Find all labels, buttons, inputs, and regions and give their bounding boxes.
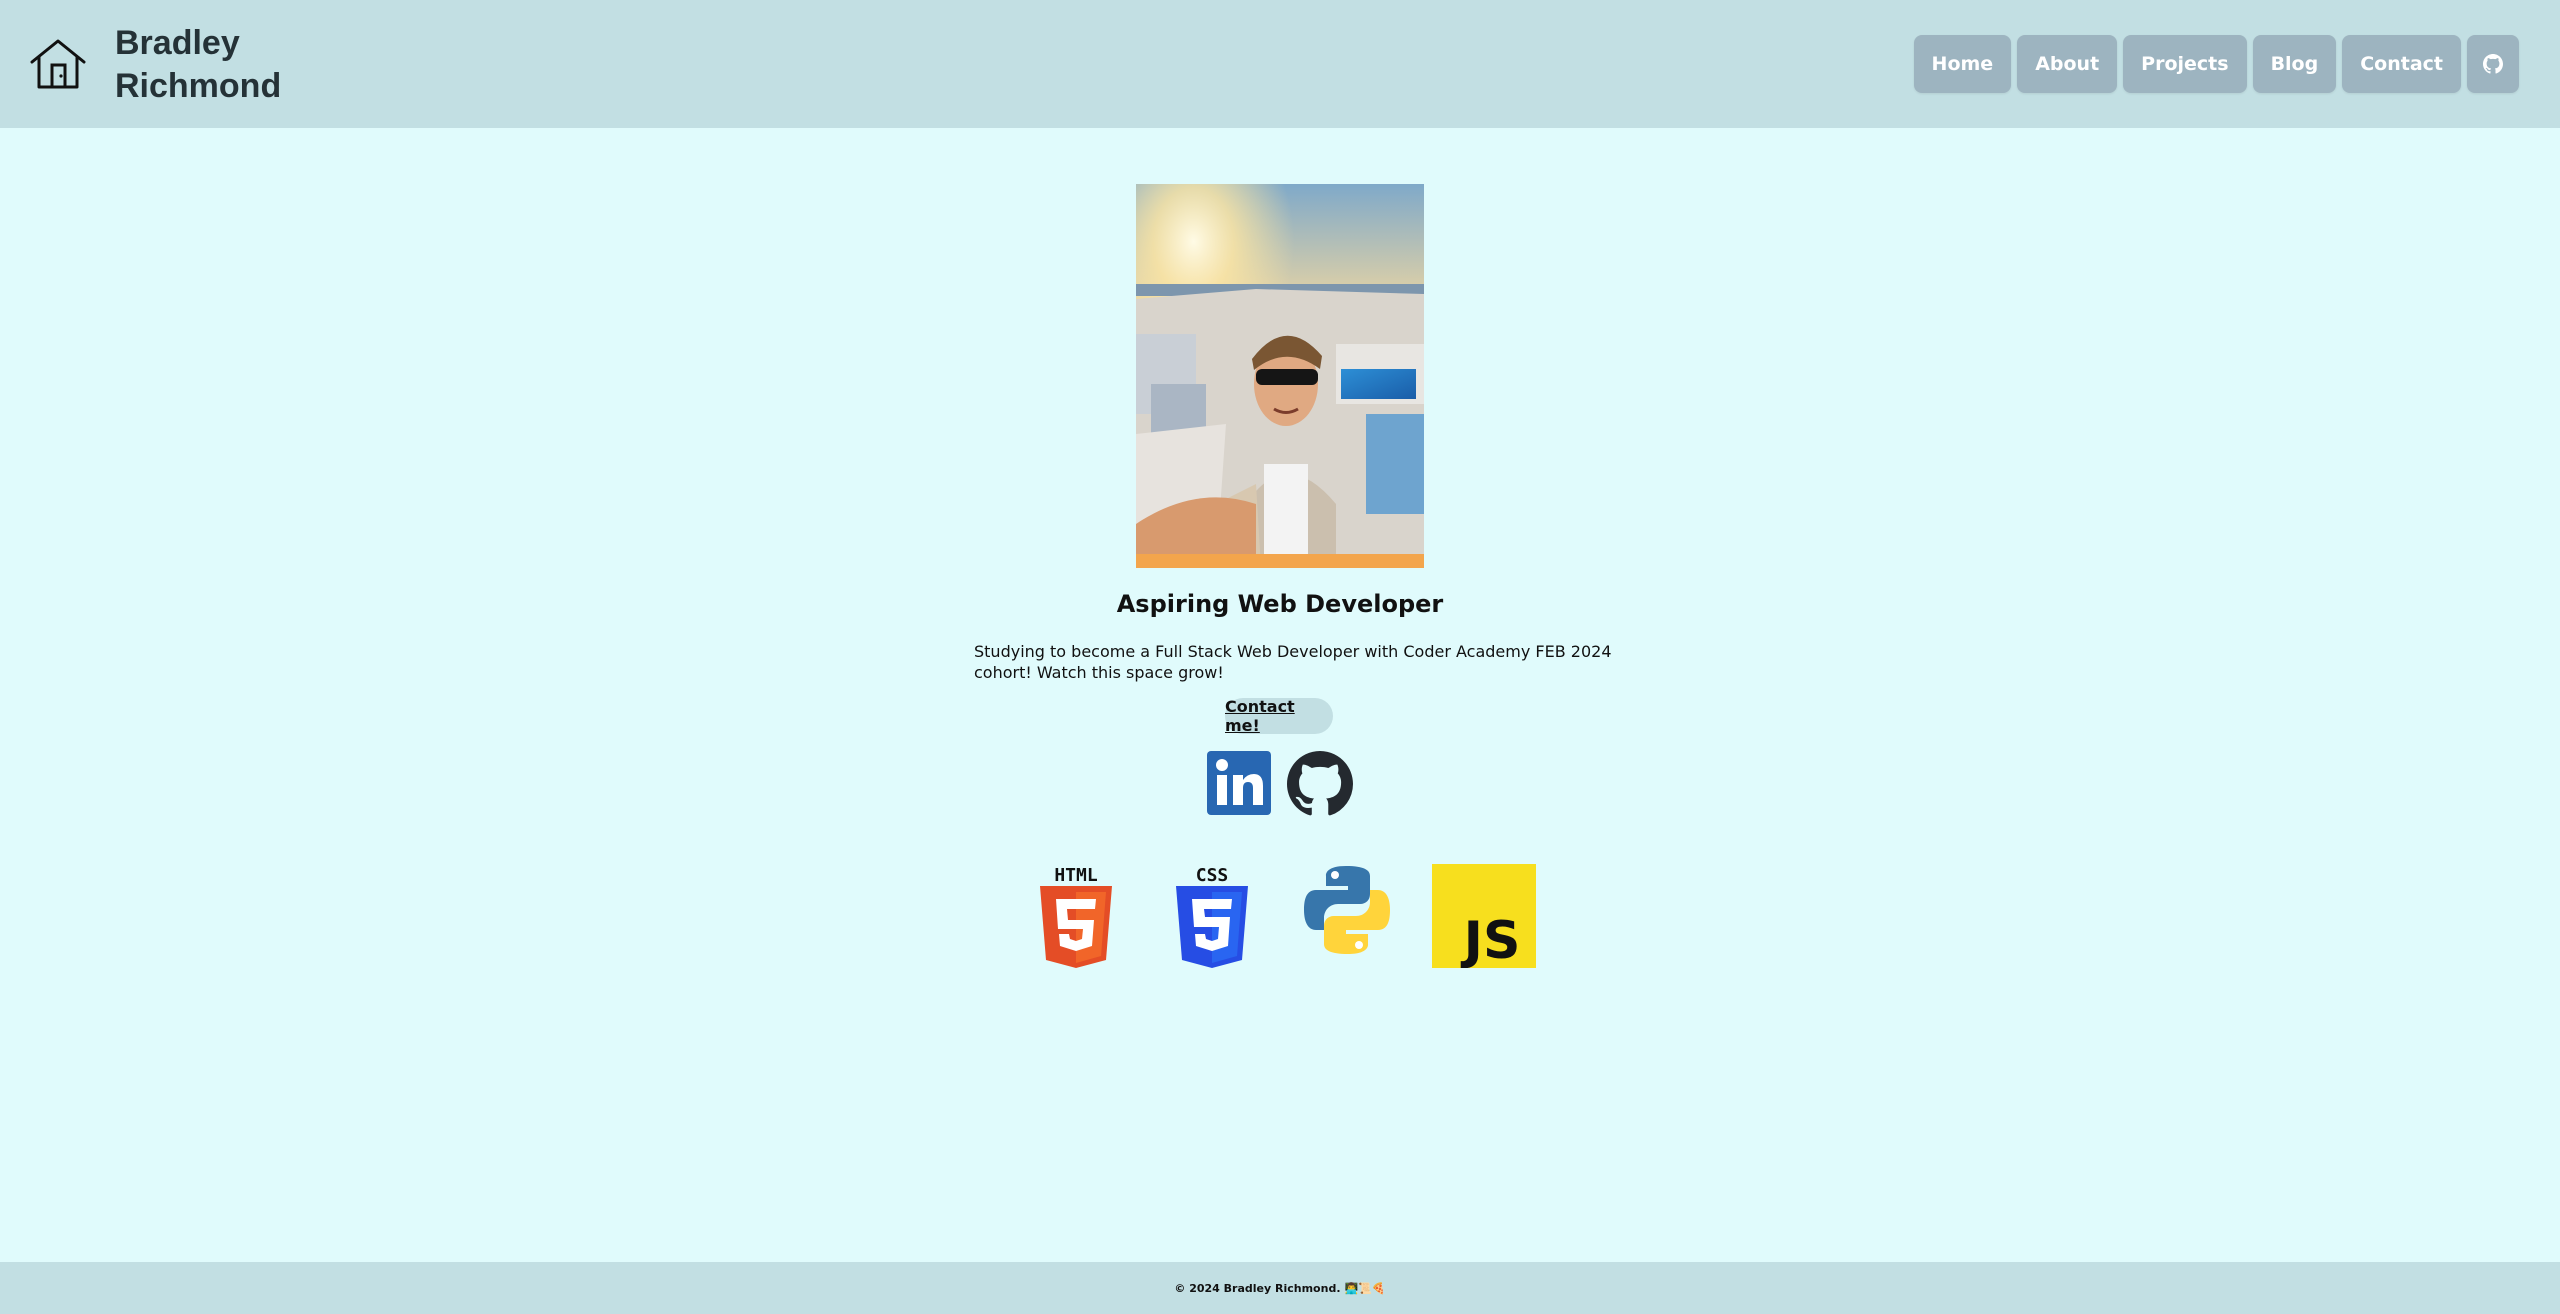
contact-me-button[interactable]: Contact me!	[1225, 697, 1333, 735]
nav-home-button[interactable]: Home	[1913, 35, 2012, 93]
site-name[interactable]: Bradley Richmond	[115, 22, 315, 108]
css-label: CSS	[1196, 865, 1229, 886]
github-icon[interactable]	[1287, 751, 1353, 817]
intro-text: Studying to become a Full Stack Web Deve…	[974, 642, 1612, 682]
linkedin-icon[interactable]	[1207, 751, 1271, 815]
footer-emojis: 👨‍💻📜🍕	[1344, 1281, 1386, 1295]
main-nav: Home About Projects Blog Contact	[1913, 35, 2519, 93]
home-icon[interactable]	[28, 35, 88, 95]
python-logo	[1304, 866, 1390, 954]
profile-photo	[1136, 184, 1424, 568]
site-header: Bradley Richmond Home About Projects Blo…	[0, 0, 2560, 128]
nav-contact-button[interactable]: Contact	[2342, 35, 2461, 93]
footer-text: © 2024 Bradley Richmond.	[1174, 1281, 1341, 1295]
js-label: JS	[1461, 911, 1521, 968]
html5-logo: HTML	[1040, 865, 1112, 968]
html-label: HTML	[1054, 865, 1098, 886]
github-icon	[2483, 54, 2503, 74]
nav-blog-button[interactable]: Blog	[2252, 35, 2337, 93]
css3-logo: CSS	[1176, 865, 1248, 968]
nav-about-button[interactable]: About	[2017, 35, 2118, 93]
site-footer: © 2024 Bradley Richmond. 👨‍💻📜🍕	[0, 1262, 2560, 1314]
nav-github-button[interactable]	[2467, 35, 2519, 93]
headline: Aspiring Web Developer	[1116, 590, 1444, 618]
brand[interactable]: Bradley Richmond	[28, 22, 315, 108]
javascript-logo: JS	[1432, 864, 1536, 968]
nav-projects-button[interactable]: Projects	[2123, 35, 2247, 93]
